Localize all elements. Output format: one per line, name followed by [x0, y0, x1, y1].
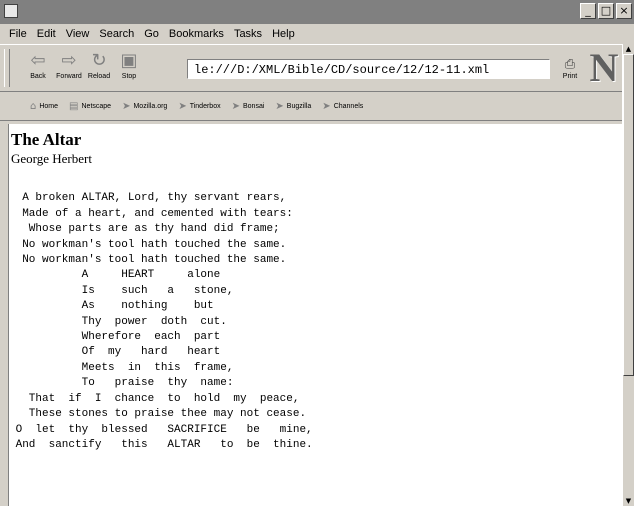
title-bar[interactable]: _ □ ×: [0, 0, 634, 24]
poem-line: These stones to praise thee may not ceas…: [9, 408, 307, 421]
maximize-button[interactable]: □: [598, 3, 614, 19]
menu-search[interactable]: Search: [94, 28, 139, 40]
bookmark-arrow-icon: ➤: [122, 100, 131, 112]
forward-label: Forward: [56, 73, 82, 80]
menu-help[interactable]: Help: [267, 28, 300, 40]
bookmark-bugzilla[interactable]: ➤ Bugzilla: [275, 101, 311, 112]
stop-icon: ▣: [120, 50, 138, 71]
reload-button[interactable]: ↻ Reload: [85, 50, 113, 86]
reload-icon: ↻: [91, 50, 107, 71]
forward-button[interactable]: ⇨ Forward: [55, 50, 83, 86]
bookmark-arrow-icon: ➤: [275, 100, 284, 112]
personal-toolbar: ⌂ Home ▤ Netscape ➤ Mozilla.org ➤ Tinder…: [0, 92, 622, 121]
stop-button[interactable]: ▣ Stop: [115, 50, 143, 86]
poem-line: Thy power doth cut.: [9, 315, 227, 328]
page-title: The Altar: [11, 130, 82, 149]
bookmark-tinderbox[interactable]: ➤ Tinderbox: [178, 101, 220, 112]
poem-line: A HEART alone: [9, 269, 221, 282]
bookmark-arrow-icon: ➤: [178, 100, 187, 112]
bookmark-home[interactable]: ⌂ Home: [30, 101, 58, 112]
poem-line: To praise thy name:: [9, 377, 234, 390]
page-author: George Herbert: [11, 151, 92, 166]
menu-bookmarks[interactable]: Bookmarks: [164, 28, 229, 40]
bookmark-bugzilla-label: Bugzilla: [286, 102, 312, 110]
poem-text: A broken ALTAR, Lord, thy servant rears,…: [9, 176, 622, 484]
scrollbar-thumb[interactable]: [623, 54, 634, 376]
system-menu-icon[interactable]: [4, 4, 18, 18]
poem-line: Wherefore each part: [9, 331, 221, 344]
poem-line: Meets in this frame,: [9, 361, 234, 374]
poem-line: And sanctify this ALTAR to be thine.: [9, 438, 313, 451]
poem-line: As nothing but: [9, 300, 214, 313]
bookmark-arrow-icon: ➤: [322, 100, 331, 112]
print-label: Print: [562, 73, 578, 80]
bookmark-netscape[interactable]: ▤ Netscape: [69, 101, 111, 112]
menu-edit[interactable]: Edit: [32, 28, 61, 40]
browser-window: _ □ × File Edit View Search Go Bookmarks…: [0, 0, 634, 506]
back-label: Back: [30, 73, 46, 80]
menu-view[interactable]: View: [61, 28, 95, 40]
poem-line: That if I chance to hold my peace,: [9, 392, 300, 405]
toolbar-grip[interactable]: [4, 49, 10, 87]
bookmark-bonsai[interactable]: ➤ Bonsai: [232, 101, 265, 112]
vertical-scrollbar[interactable]: ▲ ▼: [622, 44, 634, 506]
bookmark-arrow-icon: ➤: [231, 100, 240, 112]
close-button[interactable]: ×: [616, 3, 632, 19]
netscape-logo: N: [589, 44, 619, 90]
print-button[interactable]: ⎙ Print: [556, 57, 584, 85]
netscape-icon: ▤: [69, 100, 79, 112]
minimize-button[interactable]: _: [580, 3, 596, 19]
printer-icon: ⎙: [564, 57, 576, 72]
poem-line: A broken ALTAR, Lord, thy servant rears,: [9, 192, 287, 205]
reload-label: Reload: [87, 73, 111, 80]
menu-bar: File Edit View Search Go Bookmarks Tasks…: [0, 24, 634, 44]
poem-line: Is such a stone,: [9, 284, 234, 297]
bookmark-bonsai-label: Bonsai: [242, 102, 265, 110]
back-arrow-icon: ⇦: [30, 50, 46, 71]
poem-line: No workman's tool hath touched the same.: [9, 254, 287, 267]
bookmark-channels-label: Channels: [333, 102, 364, 110]
page-content: The Altar George Herbert A broken ALTAR,…: [8, 124, 622, 506]
scroll-down-icon[interactable]: ▼: [623, 496, 634, 506]
stop-label: Stop: [121, 73, 137, 80]
forward-arrow-icon: ⇨: [61, 50, 77, 71]
bookmark-mozilla-label: Mozilla.org: [133, 102, 168, 110]
menu-go[interactable]: Go: [139, 28, 164, 40]
bookmark-home-label: Home: [39, 102, 59, 110]
url-input[interactable]: [188, 61, 549, 79]
bookmark-channels[interactable]: ➤ Channels: [322, 101, 363, 112]
navigation-toolbar: ⇦ Back ⇨ Forward ↻ Reload ▣ Stop ⎙ Print: [0, 44, 634, 92]
poem-line: O let thy blessed SACRIFICE be mine,: [9, 423, 313, 436]
scroll-up-icon[interactable]: ▲: [623, 44, 634, 54]
poem-line: Whose parts are as thy hand did frame;: [9, 223, 280, 236]
menu-tasks[interactable]: Tasks: [229, 28, 267, 40]
back-button[interactable]: ⇦ Back: [24, 50, 52, 86]
url-bar[interactable]: [187, 59, 550, 79]
bookmark-mozilla[interactable]: ➤ Mozilla.org: [122, 101, 167, 112]
bookmark-netscape-label: Netscape: [81, 102, 112, 110]
menu-file[interactable]: File: [4, 28, 32, 40]
home-icon: ⌂: [30, 100, 37, 112]
poem-line: No workman's tool hath touched the same.: [9, 238, 287, 251]
window-controls: _ □ ×: [580, 3, 632, 19]
bookmark-tinderbox-label: Tinderbox: [189, 102, 221, 110]
poem-line: Made of a heart, and cemented with tears…: [9, 207, 293, 220]
poem-line: Of my hard heart: [9, 346, 221, 359]
